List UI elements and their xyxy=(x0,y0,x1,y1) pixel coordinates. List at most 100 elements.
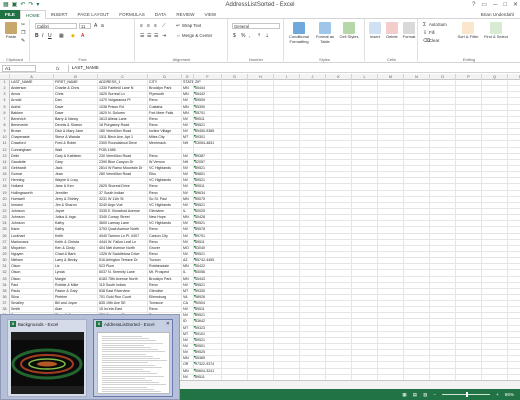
tab-view[interactable]: VIEW xyxy=(199,10,221,19)
fill-icon[interactable]: ⇩ xyxy=(423,30,427,36)
tab-data[interactable]: DATA xyxy=(150,10,172,19)
close-thumbnail-icon[interactable]: ✕ xyxy=(166,321,170,327)
user-name[interactable]: Brian Underdahl xyxy=(481,10,514,19)
align-left-icon[interactable]: ☰ xyxy=(140,33,144,39)
align-right-icon[interactable]: ☰ xyxy=(154,33,158,39)
page-layout-view-icon[interactable]: ▤ xyxy=(413,392,417,398)
font-name-select[interactable]: Calibri xyxy=(35,23,77,29)
editing-group: Σ AutoSum ⇩ Fill ⌫ Clear Sort & Filter F… xyxy=(419,19,519,63)
delete-cells-button[interactable]: Delete xyxy=(384,22,400,40)
bottom-align-icon[interactable]: ≡ xyxy=(154,23,157,29)
percent-icon[interactable]: % xyxy=(241,33,245,39)
italic-icon[interactable]: I xyxy=(42,33,43,39)
currency-icon[interactable]: $ xyxy=(233,33,236,39)
insert-cells-button[interactable]: Insert xyxy=(367,22,383,40)
copy-icon[interactable]: ❐ xyxy=(21,30,25,36)
number-format-select[interactable]: General xyxy=(232,23,280,29)
thumbnail-address-list[interactable]: X AddressListSorted - Excel ✕ xyxy=(93,319,173,397)
comma-icon[interactable]: , xyxy=(249,33,250,39)
insert-cells-icon xyxy=(369,22,381,34)
font-group-label: Font xyxy=(78,57,87,62)
ribbon: Paste ✂ ❐ ✎ Clipboard Calibri 11 A a B I… xyxy=(0,19,520,63)
preview-line xyxy=(102,336,142,337)
sort-filter-icon xyxy=(462,22,474,34)
find-select-icon xyxy=(490,22,502,34)
zoom-level[interactable]: 66% xyxy=(505,392,514,397)
clear-button[interactable]: Clear xyxy=(429,38,439,44)
thumbnail-header: X AddressListSorted - Excel xyxy=(94,320,172,328)
name-box[interactable]: A1 xyxy=(2,64,36,72)
font-color-icon[interactable]: A xyxy=(81,33,84,39)
increase-decimal-icon[interactable]: ⇡ xyxy=(257,33,261,39)
tab-formulas[interactable]: FORMULAS xyxy=(114,10,150,19)
tab-review[interactable]: REVIEW xyxy=(171,10,199,19)
thumbnail-preview-address-list xyxy=(97,332,170,394)
minimize-icon[interactable]: ─ xyxy=(493,0,497,10)
fill-color-icon[interactable]: ◆ xyxy=(71,33,75,39)
preview-line xyxy=(102,384,166,386)
bold-icon[interactable]: B xyxy=(35,33,39,39)
align-center-icon[interactable]: ☰ xyxy=(147,33,151,39)
merge-center-button[interactable]: Merge & Center xyxy=(182,33,212,39)
tab-file[interactable]: FILE xyxy=(0,9,20,19)
format-painter-icon[interactable]: ✎ xyxy=(21,38,25,44)
preview-line xyxy=(102,344,144,346)
cut-icon[interactable]: ✂ xyxy=(21,22,25,28)
wrap-text-button[interactable]: Wrap Text xyxy=(182,23,201,29)
borders-icon[interactable]: ▦ xyxy=(59,33,64,39)
excel-app-icon: X xyxy=(10,321,16,327)
window-controls: ? ▭ ─ □ ✕ xyxy=(472,0,518,10)
top-align-icon[interactable]: ≡ xyxy=(140,23,143,29)
thumbnail-backgrounds[interactable]: X Backgrounds - Excel xyxy=(7,319,87,397)
normal-view-icon[interactable]: ▦ xyxy=(402,392,406,398)
tab-home[interactable]: HOME xyxy=(19,9,46,19)
find-select-button[interactable]: Find & Select xyxy=(483,22,509,40)
fill-button[interactable]: Fill xyxy=(429,30,435,36)
formula-input[interactable]: LAST_NAME xyxy=(67,64,520,72)
ribbon-display-icon[interactable]: ▭ xyxy=(481,0,487,10)
cell-styles-button[interactable]: Cell Styles xyxy=(338,22,360,40)
zoom-slider[interactable] xyxy=(442,392,491,397)
preview-line xyxy=(102,369,143,370)
indent-icon[interactable]: ⇥ xyxy=(162,33,166,39)
preview-line xyxy=(102,380,152,381)
help-icon[interactable]: ? xyxy=(472,0,475,10)
maximize-icon[interactable]: □ xyxy=(503,0,507,10)
zoom-out-icon[interactable]: − xyxy=(433,392,436,397)
tab-page-layout[interactable]: PAGE LAYOUT xyxy=(73,10,115,19)
editing-group-label: Editing xyxy=(462,57,476,62)
conditional-formatting-button[interactable]: Conditional Formatting xyxy=(286,22,312,44)
format-cells-icon xyxy=(403,22,415,34)
close-icon[interactable]: ✕ xyxy=(513,0,518,10)
sort-filter-button[interactable]: Sort & Filter xyxy=(455,22,481,40)
preview-line xyxy=(102,382,159,384)
thumbnail-preview-backgrounds xyxy=(11,332,84,394)
zoom-in-icon[interactable]: + xyxy=(496,392,499,397)
merge-icon[interactable]: ⇔ xyxy=(176,33,181,39)
preview-line xyxy=(102,371,150,373)
wrap-text-icon[interactable]: ↵ xyxy=(176,23,180,29)
styles-group: Conditional Formatting Format as Table C… xyxy=(285,19,365,63)
format-as-table-icon xyxy=(319,22,331,34)
preview-line xyxy=(102,364,155,366)
font-size-select[interactable]: 11 xyxy=(79,23,91,29)
decrease-decimal-icon[interactable]: ⇣ xyxy=(265,33,269,39)
orientation-icon[interactable]: ⟋ xyxy=(162,23,166,29)
tab-insert[interactable]: INSERT xyxy=(46,10,73,19)
underline-icon[interactable]: U xyxy=(48,33,52,39)
increase-font-icon[interactable]: A xyxy=(94,23,97,29)
decrease-font-icon[interactable]: a xyxy=(101,23,104,29)
background-image-preview xyxy=(11,332,84,394)
autosum-button[interactable]: AutoSum xyxy=(429,22,447,28)
cell[interactable]: 03054-4631 xyxy=(194,141,222,148)
paste-button[interactable]: Paste xyxy=(3,22,19,40)
cell-styles-icon xyxy=(343,22,355,34)
format-as-table-button[interactable]: Format as Table xyxy=(313,22,337,44)
insert-function-icon[interactable]: fx xyxy=(56,66,60,71)
zoom-slider-thumb[interactable] xyxy=(466,392,469,397)
middle-align-icon[interactable]: ≡ xyxy=(147,23,150,29)
format-cells-button[interactable]: Format xyxy=(401,22,417,40)
autosum-icon[interactable]: Σ xyxy=(423,22,426,28)
preview-line xyxy=(102,373,157,375)
page-break-view-icon[interactable]: ▥ xyxy=(423,392,427,398)
